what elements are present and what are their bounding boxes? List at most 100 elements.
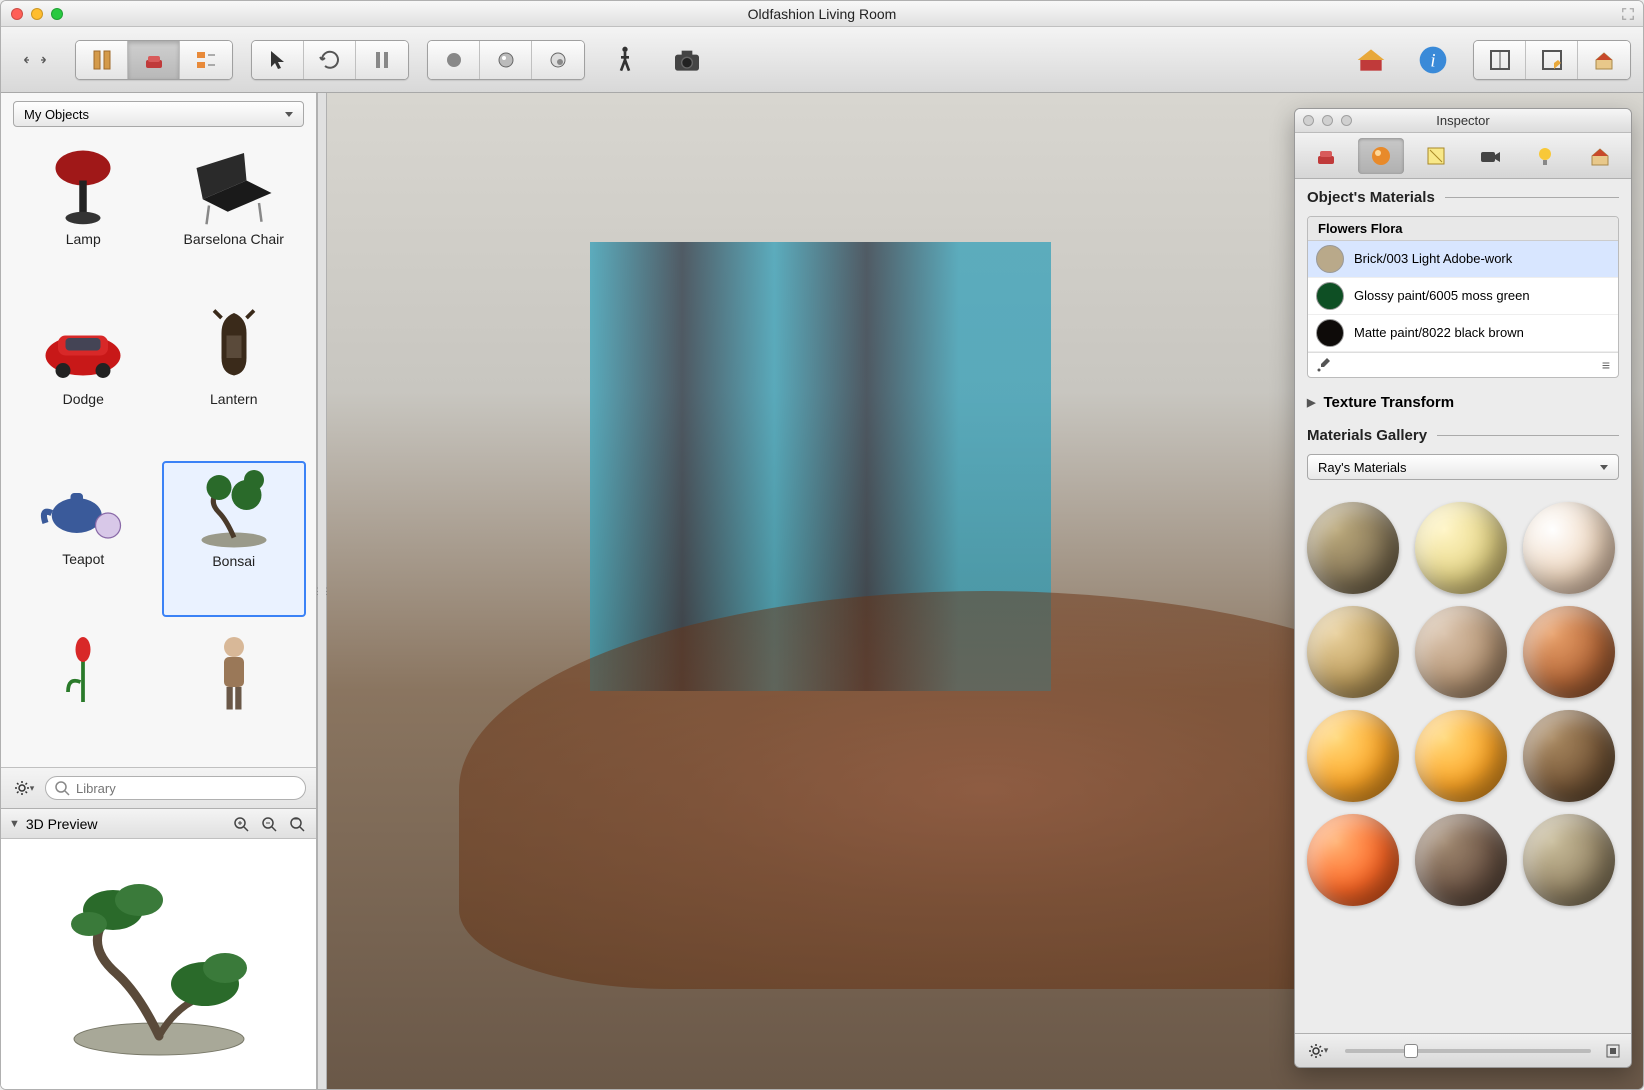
tab-dimensions[interactable] — [1413, 138, 1459, 174]
material-row[interactable]: Glossy paint/6005 moss green — [1308, 278, 1618, 315]
texture-transform-label: Texture Transform — [1323, 394, 1454, 411]
close-window-button[interactable] — [11, 8, 23, 20]
inspector-minimize-button[interactable] — [1322, 115, 1333, 126]
material-sphere[interactable] — [1307, 710, 1399, 802]
inspector-titlebar[interactable]: Inspector — [1295, 109, 1631, 133]
object-item-bonsai[interactable]: Bonsai — [162, 461, 307, 617]
minimize-window-button[interactable] — [31, 8, 43, 20]
object-label: Lamp — [66, 231, 101, 247]
material-swatch — [1316, 245, 1344, 273]
inspector-body: Object's Materials Flowers Flora Brick/0… — [1295, 179, 1631, 1033]
materials-gallery-grid — [1307, 496, 1619, 1023]
inspector-zoom-button[interactable] — [1341, 115, 1352, 126]
material-sphere[interactable] — [1415, 814, 1507, 906]
inspector-close-button[interactable] — [1303, 115, 1314, 126]
disclosure-triangle-icon[interactable]: ▼ — [9, 818, 20, 830]
tab-camera[interactable] — [1467, 138, 1513, 174]
render-tools-group — [427, 40, 585, 80]
info-button[interactable]: i — [1411, 41, 1455, 79]
warehouse-button[interactable] — [1349, 41, 1393, 79]
sidebar-settings-button[interactable]: ▾ — [11, 777, 37, 799]
object-label: Bonsai — [212, 553, 255, 569]
edit-tools-group — [251, 40, 409, 80]
material-name: Matte paint/8022 black brown — [1354, 325, 1524, 341]
inspector-panel: Inspector Object's Materials Flowers Flo… — [1294, 108, 1632, 1068]
search-input[interactable] — [76, 781, 297, 796]
object-label: Dodge — [63, 391, 104, 407]
object-sidebar: My Objects Lamp Barselona Chair Dodge — [1, 93, 317, 1089]
select-tool[interactable] — [252, 41, 304, 79]
measure-tool[interactable] — [356, 41, 408, 79]
material-sphere[interactable] — [1307, 606, 1399, 698]
tab-building[interactable] — [1577, 138, 1623, 174]
snapshot-button[interactable] — [665, 41, 709, 79]
floorplan-view-button[interactable] — [1474, 41, 1526, 79]
material-sphere[interactable] — [1415, 502, 1507, 594]
object-item-tulip[interactable] — [11, 625, 156, 761]
view-mode-group — [75, 40, 233, 80]
tab-materials[interactable] — [1358, 138, 1404, 174]
zoom-in-button[interactable] — [230, 813, 252, 835]
preview-panel: ▼ 3D Preview — [1, 808, 316, 1089]
fullscreen-icon[interactable] — [1621, 7, 1635, 21]
material-sphere[interactable] — [1307, 814, 1399, 906]
slider-thumb[interactable] — [1404, 1044, 1418, 1058]
dropdown-label: My Objects — [24, 107, 89, 122]
view-split-button[interactable] — [180, 41, 232, 79]
material-name: Glossy paint/6005 moss green — [1354, 288, 1530, 304]
material-row[interactable]: Matte paint/8022 black brown — [1308, 315, 1618, 352]
material-swatch — [1316, 319, 1344, 347]
rotate-tool[interactable] — [304, 41, 356, 79]
zoom-window-button[interactable] — [51, 8, 63, 20]
list-options-icon[interactable]: ≡ — [1602, 357, 1610, 373]
library-search-field[interactable] — [45, 776, 306, 800]
material-row[interactable]: Brick/003 Light Adobe-work — [1308, 241, 1618, 278]
titlebar: Oldfashion Living Room — [1, 1, 1643, 27]
elevation-view-button[interactable] — [1526, 41, 1578, 79]
material-sphere[interactable] — [1523, 710, 1615, 802]
thumbnail-size-slider[interactable] — [1345, 1049, 1591, 1053]
object-item-person[interactable] — [162, 625, 307, 761]
svg-text:i: i — [1430, 50, 1435, 71]
gallery-settings-button[interactable]: ▾ — [1305, 1040, 1331, 1062]
tab-object[interactable] — [1303, 138, 1349, 174]
zoom-fit-button[interactable] — [286, 813, 308, 835]
material-name: Brick/003 Light Adobe-work — [1354, 251, 1512, 267]
eyedropper-icon[interactable] — [1316, 357, 1332, 373]
object-item-lamp[interactable]: Lamp — [11, 141, 156, 293]
view-3d-button[interactable] — [128, 41, 180, 79]
material-sphere[interactable] — [1415, 606, 1507, 698]
object-label: Teapot — [62, 551, 104, 567]
record-button[interactable] — [428, 41, 480, 79]
window-title: Oldfashion Living Room — [1, 6, 1643, 22]
render-sphere-button[interactable] — [480, 41, 532, 79]
material-sphere[interactable] — [1415, 710, 1507, 802]
nav-back-forward[interactable] — [13, 45, 57, 75]
layout-views-group — [1473, 40, 1631, 80]
material-swatch — [1316, 282, 1344, 310]
object-item-dodge[interactable]: Dodge — [11, 301, 156, 453]
material-sphere[interactable] — [1523, 814, 1615, 906]
material-sphere[interactable] — [1523, 502, 1615, 594]
zoom-out-button[interactable] — [258, 813, 280, 835]
gallery-section-header: Materials Gallery — [1307, 427, 1619, 444]
object-label: Lantern — [210, 391, 257, 407]
material-sphere[interactable] — [1523, 606, 1615, 698]
selected-object-name: Flowers Flora — [1308, 217, 1618, 241]
traffic-lights — [1, 8, 63, 20]
gallery-category-dropdown[interactable]: Ray's Materials — [1307, 454, 1619, 480]
preview-viewport[interactable] — [1, 839, 316, 1089]
home-view-button[interactable] — [1578, 41, 1630, 79]
tab-lighting[interactable] — [1522, 138, 1568, 174]
object-item-chair[interactable]: Barselona Chair — [162, 141, 307, 293]
texture-transform-disclosure[interactable]: ▶ Texture Transform — [1307, 388, 1619, 417]
view-2d-button[interactable] — [76, 41, 128, 79]
material-sphere[interactable] — [1307, 502, 1399, 594]
sidebar-splitter[interactable]: ⋮⋮ — [317, 93, 327, 1089]
object-item-lantern[interactable]: Lantern — [162, 301, 307, 453]
walkthrough-button[interactable] — [603, 41, 647, 79]
render-quality-button[interactable] — [532, 41, 584, 79]
preview-title: 3D Preview — [26, 816, 224, 832]
object-category-dropdown[interactable]: My Objects — [13, 101, 304, 127]
object-item-teapot[interactable]: Teapot — [11, 461, 156, 617]
